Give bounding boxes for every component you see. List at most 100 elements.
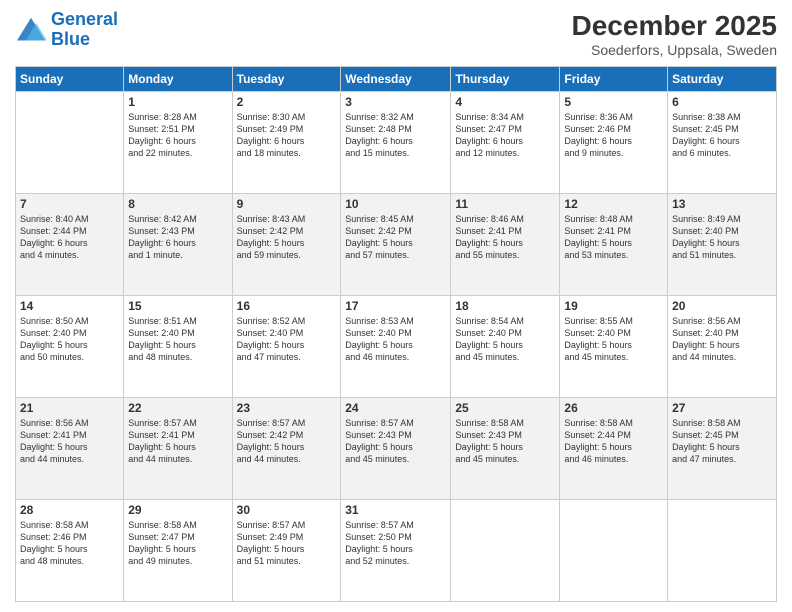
location-subtitle: Soederfors, Uppsala, Sweden: [572, 42, 777, 58]
day-cell-19: 19 Sunrise: 8:55 AM Sunset: 2:40 PM Dayli…: [560, 296, 668, 398]
day-number: 19: [564, 299, 663, 313]
day-info: Sunrise: 8:30 AM Sunset: 2:49 PM Dayligh…: [237, 111, 337, 160]
day-cell-9: 9 Sunrise: 8:43 AM Sunset: 2:42 PM Daylig…: [232, 194, 341, 296]
empty-cell: [560, 500, 668, 602]
logo-text: General Blue: [51, 10, 118, 50]
col-header-tuesday: Tuesday: [232, 67, 341, 92]
day-number: 23: [237, 401, 337, 415]
day-cell-12: 12 Sunrise: 8:48 AM Sunset: 2:41 PM Dayli…: [560, 194, 668, 296]
day-cell-24: 24Sunrise: 8:57 AM Sunset: 2:43 PM Dayli…: [341, 398, 451, 500]
col-header-saturday: Saturday: [668, 67, 777, 92]
day-info: Sunrise: 8:57 AM Sunset: 2:41 PM Dayligh…: [128, 417, 227, 466]
day-number: 17: [345, 299, 446, 313]
week-row-2: 7 Sunrise: 8:40 AM Sunset: 2:44 PM Daylig…: [16, 194, 777, 296]
day-info: Sunrise: 8:45 AM Sunset: 2:42 PM Dayligh…: [345, 213, 446, 262]
calendar-table: SundayMondayTuesdayWednesdayThursdayFrid…: [15, 66, 777, 602]
day-info: Sunrise: 8:58 AM Sunset: 2:43 PM Dayligh…: [455, 417, 555, 466]
day-info: Sunrise: 8:54 AM Sunset: 2:40 PM Dayligh…: [455, 315, 555, 364]
week-row-5: 28 Sunrise: 8:58 AM Sunset: 2:46 PM Dayli…: [16, 500, 777, 602]
day-info: Sunrise: 8:53 AM Sunset: 2:40 PM Dayligh…: [345, 315, 446, 364]
day-info: Sunrise: 8:46 AM Sunset: 2:41 PM Dayligh…: [455, 213, 555, 262]
day-cell-17: 17 Sunrise: 8:53 AM Sunset: 2:40 PM Dayli…: [341, 296, 451, 398]
day-cell-1: 1Sunrise: 8:28 AM Sunset: 2:51 PM Daylig…: [124, 92, 232, 194]
day-number: 7: [20, 197, 119, 211]
day-number: 2: [237, 95, 337, 109]
day-cell-14: 14Sunrise: 8:50 AM Sunset: 2:40 PM Dayli…: [16, 296, 124, 398]
day-cell-3: 3 Sunrise: 8:32 AM Sunset: 2:48 PM Daylig…: [341, 92, 451, 194]
day-info: Sunrise: 8:55 AM Sunset: 2:40 PM Dayligh…: [564, 315, 663, 364]
day-info: Sunrise: 8:34 AM Sunset: 2:47 PM Dayligh…: [455, 111, 555, 160]
day-number: 25: [455, 401, 555, 415]
day-info: Sunrise: 8:48 AM Sunset: 2:41 PM Dayligh…: [564, 213, 663, 262]
day-info: Sunrise: 8:57 AM Sunset: 2:49 PM Dayligh…: [237, 519, 337, 568]
day-cell-16: 16Sunrise: 8:52 AM Sunset: 2:40 PM Dayli…: [232, 296, 341, 398]
week-row-4: 21 Sunrise: 8:56 AM Sunset: 2:41 PM Dayli…: [16, 398, 777, 500]
day-number: 1: [128, 95, 227, 109]
day-cell-4: 4 Sunrise: 8:34 AM Sunset: 2:47 PM Daylig…: [451, 92, 560, 194]
page: General Blue December 2025 Soederfors, U…: [0, 0, 792, 612]
day-cell-25: 25 Sunrise: 8:58 AM Sunset: 2:43 PM Dayli…: [451, 398, 560, 500]
day-info: Sunrise: 8:38 AM Sunset: 2:45 PM Dayligh…: [672, 111, 772, 160]
day-cell-26: 26 Sunrise: 8:58 AM Sunset: 2:44 PM Dayli…: [560, 398, 668, 500]
day-cell-18: 18Sunrise: 8:54 AM Sunset: 2:40 PM Dayli…: [451, 296, 560, 398]
day-cell-27: 27Sunrise: 8:58 AM Sunset: 2:45 PM Dayli…: [668, 398, 777, 500]
day-number: 31: [345, 503, 446, 517]
day-info: Sunrise: 8:56 AM Sunset: 2:41 PM Dayligh…: [20, 417, 119, 466]
day-info: Sunrise: 8:57 AM Sunset: 2:50 PM Dayligh…: [345, 519, 446, 568]
day-number: 13: [672, 197, 772, 211]
day-cell-23: 23 Sunrise: 8:57 AM Sunset: 2:42 PM Dayli…: [232, 398, 341, 500]
day-cell-22: 22 Sunrise: 8:57 AM Sunset: 2:41 PM Dayli…: [124, 398, 232, 500]
day-info: Sunrise: 8:56 AM Sunset: 2:40 PM Dayligh…: [672, 315, 772, 364]
day-cell-2: 2 Sunrise: 8:30 AM Sunset: 2:49 PM Daylig…: [232, 92, 341, 194]
day-info: Sunrise: 8:49 AM Sunset: 2:40 PM Dayligh…: [672, 213, 772, 262]
header: General Blue December 2025 Soederfors, U…: [15, 10, 777, 58]
day-cell-13: 13 Sunrise: 8:49 AM Sunset: 2:40 PM Dayli…: [668, 194, 777, 296]
day-number: 15: [128, 299, 227, 313]
day-number: 21: [20, 401, 119, 415]
day-number: 24: [345, 401, 446, 415]
day-cell-10: 10 Sunrise: 8:45 AM Sunset: 2:42 PM Dayli…: [341, 194, 451, 296]
week-row-3: 14Sunrise: 8:50 AM Sunset: 2:40 PM Dayli…: [16, 296, 777, 398]
title-block: December 2025 Soederfors, Uppsala, Swede…: [572, 10, 777, 58]
day-number: 27: [672, 401, 772, 415]
logo-icon: [15, 16, 47, 44]
day-info: Sunrise: 8:52 AM Sunset: 2:40 PM Dayligh…: [237, 315, 337, 364]
day-info: Sunrise: 8:58 AM Sunset: 2:46 PM Dayligh…: [20, 519, 119, 568]
day-cell-15: 15Sunrise: 8:51 AM Sunset: 2:40 PM Dayli…: [124, 296, 232, 398]
day-number: 9: [237, 197, 337, 211]
day-info: Sunrise: 8:43 AM Sunset: 2:42 PM Dayligh…: [237, 213, 337, 262]
day-number: 5: [564, 95, 663, 109]
day-cell-5: 5Sunrise: 8:36 AM Sunset: 2:46 PM Daylig…: [560, 92, 668, 194]
day-number: 20: [672, 299, 772, 313]
day-number: 29: [128, 503, 227, 517]
day-info: Sunrise: 8:32 AM Sunset: 2:48 PM Dayligh…: [345, 111, 446, 160]
day-number: 10: [345, 197, 446, 211]
day-info: Sunrise: 8:42 AM Sunset: 2:43 PM Dayligh…: [128, 213, 227, 262]
logo-general: General: [51, 9, 118, 29]
calendar-header-row: SundayMondayTuesdayWednesdayThursdayFrid…: [16, 67, 777, 92]
day-info: Sunrise: 8:58 AM Sunset: 2:47 PM Dayligh…: [128, 519, 227, 568]
day-cell-31: 31 Sunrise: 8:57 AM Sunset: 2:50 PM Dayli…: [341, 500, 451, 602]
day-number: 22: [128, 401, 227, 415]
day-info: Sunrise: 8:40 AM Sunset: 2:44 PM Dayligh…: [20, 213, 119, 262]
month-title: December 2025: [572, 10, 777, 42]
day-cell-28: 28 Sunrise: 8:58 AM Sunset: 2:46 PM Dayli…: [16, 500, 124, 602]
day-info: Sunrise: 8:58 AM Sunset: 2:44 PM Dayligh…: [564, 417, 663, 466]
day-number: 11: [455, 197, 555, 211]
day-number: 26: [564, 401, 663, 415]
day-cell-30: 30 Sunrise: 8:57 AM Sunset: 2:49 PM Dayli…: [232, 500, 341, 602]
day-cell-29: 29 Sunrise: 8:58 AM Sunset: 2:47 PM Dayli…: [124, 500, 232, 602]
day-number: 14: [20, 299, 119, 313]
col-header-wednesday: Wednesday: [341, 67, 451, 92]
day-number: 28: [20, 503, 119, 517]
day-number: 3: [345, 95, 446, 109]
logo: General Blue: [15, 10, 118, 50]
col-header-sunday: Sunday: [16, 67, 124, 92]
day-number: 30: [237, 503, 337, 517]
day-cell-11: 11 Sunrise: 8:46 AM Sunset: 2:41 PM Dayli…: [451, 194, 560, 296]
day-cell-20: 20 Sunrise: 8:56 AM Sunset: 2:40 PM Dayli…: [668, 296, 777, 398]
day-info: Sunrise: 8:57 AM Sunset: 2:42 PM Dayligh…: [237, 417, 337, 466]
day-number: 4: [455, 95, 555, 109]
day-number: 12: [564, 197, 663, 211]
day-cell-8: 8Sunrise: 8:42 AM Sunset: 2:43 PM Daylig…: [124, 194, 232, 296]
